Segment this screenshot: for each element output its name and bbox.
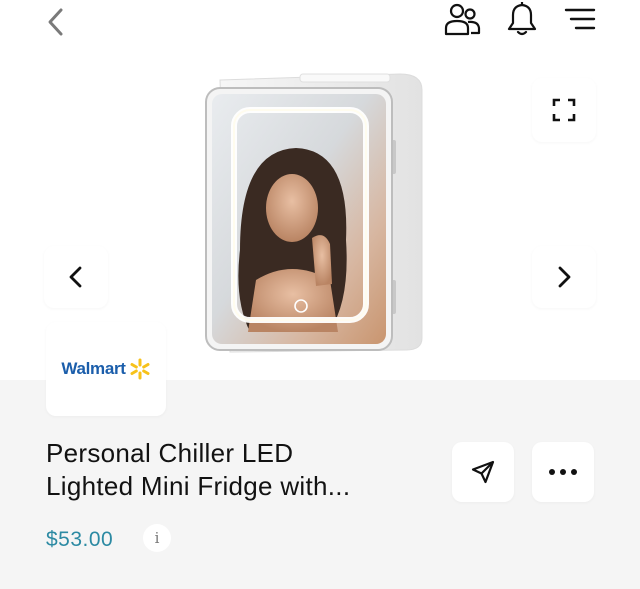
- more-options-button[interactable]: [532, 442, 594, 502]
- expand-icon: [552, 98, 576, 122]
- walmart-spark-icon: [130, 358, 150, 380]
- product-title-line-2: Lighted Mini Fridge with...: [46, 471, 351, 501]
- people-icon: [444, 3, 481, 36]
- retailer-logo-card[interactable]: Walmart: [46, 322, 166, 416]
- share-button[interactable]: [452, 442, 514, 502]
- back-button[interactable]: [36, 2, 76, 42]
- product-price: $53.00: [46, 528, 114, 551]
- filter-menu-button[interactable]: [558, 2, 602, 36]
- retailer-name: Walmart: [61, 359, 126, 378]
- product-title: Personal Chiller LED Lighted Mini Fridge…: [46, 437, 436, 503]
- filter-menu-icon: [564, 8, 596, 30]
- top-bar: [0, 0, 640, 46]
- send-icon: [471, 460, 495, 484]
- people-button[interactable]: [440, 0, 484, 38]
- more-dots-icon: [549, 469, 577, 475]
- previous-image-button[interactable]: [44, 246, 108, 308]
- product-image[interactable]: [200, 70, 430, 360]
- bell-icon: [507, 2, 537, 36]
- price-info-button[interactable]: i: [143, 524, 171, 552]
- chevron-left-icon: [48, 8, 63, 36]
- product-title-line-1: Personal Chiller LED: [46, 438, 294, 468]
- next-image-button[interactable]: [532, 246, 596, 308]
- chevron-left-icon: [69, 266, 82, 288]
- chevron-right-icon: [558, 266, 571, 288]
- expand-image-button[interactable]: [532, 78, 596, 142]
- notifications-button[interactable]: [500, 0, 544, 38]
